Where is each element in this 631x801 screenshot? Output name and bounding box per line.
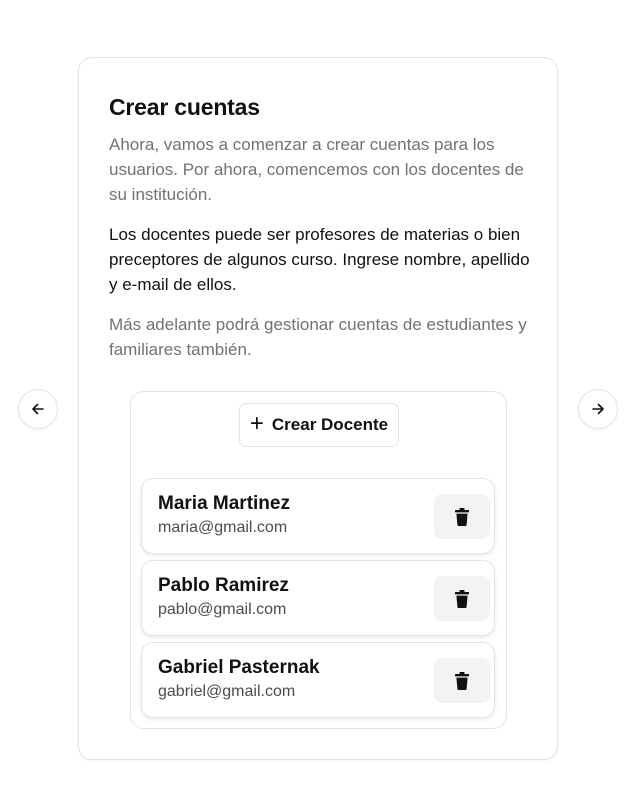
create-accounts-card: Crear cuentas Ahora, vamos a comenzar a … <box>78 57 558 760</box>
teacher-email: gabriel@gmail.com <box>158 683 296 700</box>
create-teacher-label: Crear Docente <box>271 415 389 434</box>
arrow-left-icon <box>32 403 44 415</box>
card-title: Crear cuentas <box>109 94 260 120</box>
previous-step-button[interactable] <box>18 389 58 429</box>
instructions-paragraph: Los docentes puede ser profesores de mat… <box>109 225 530 294</box>
trash-icon <box>455 507 469 526</box>
trash-icon <box>455 589 469 608</box>
delete-teacher-button[interactable] <box>434 494 490 539</box>
teacher-name: Gabriel Pasternak <box>158 657 320 678</box>
next-step-button[interactable] <box>578 389 618 429</box>
teacher-email: pablo@gmail.com <box>158 601 287 618</box>
plus-icon: + <box>249 409 264 437</box>
teacher-email: maria@gmail.com <box>158 519 288 536</box>
teacher-item: Gabriel Pasternak gabriel@gmail.com <box>141 642 495 718</box>
teacher-item: Pablo Ramirez pablo@gmail.com <box>141 560 495 636</box>
teacher-item: Maria Martinez maria@gmail.com <box>141 478 495 554</box>
teachers-panel: + Crear Docente Maria Martinez maria@gma… <box>130 391 507 729</box>
arrow-right-icon <box>592 403 604 415</box>
intro-paragraph: Ahora, vamos a comenzar a crear cuentas … <box>109 135 524 204</box>
delete-teacher-button[interactable] <box>434 576 490 621</box>
create-teacher-button[interactable]: + Crear Docente <box>239 403 399 447</box>
trash-icon <box>455 671 469 690</box>
delete-teacher-button[interactable] <box>434 658 490 703</box>
teacher-name: Maria Martinez <box>158 493 290 514</box>
future-note-paragraph: Más adelante podrá gestionar cuentas de … <box>109 315 527 359</box>
teacher-name: Pablo Ramirez <box>158 575 289 596</box>
onboarding-stage: Crear cuentas Ahora, vamos a comenzar a … <box>0 0 631 801</box>
